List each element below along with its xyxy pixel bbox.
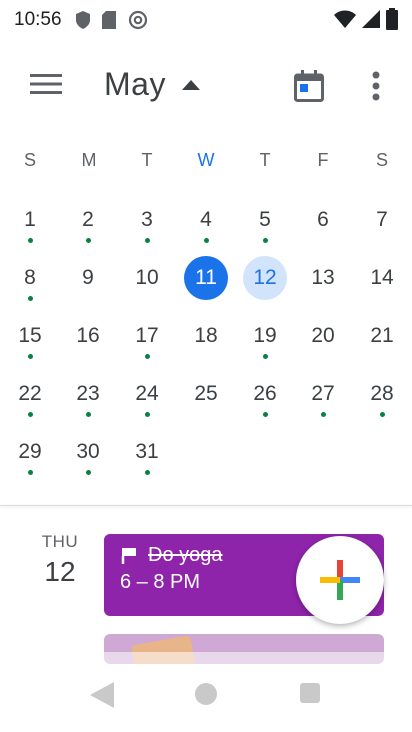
- shield-icon: [75, 11, 90, 29]
- calendar-day[interactable]: 24: [125, 372, 169, 416]
- event-indicator-dot: [27, 412, 33, 417]
- wifi-icon: [334, 10, 356, 28]
- calendar-day[interactable]: 19: [243, 314, 287, 358]
- more-vert-icon: [372, 71, 380, 101]
- calendar-day[interactable]: 29: [8, 430, 52, 474]
- app-bar: May: [0, 50, 412, 120]
- weekday-label: S: [375, 150, 388, 170]
- calendar-day[interactable]: 15: [8, 314, 52, 358]
- back-icon[interactable]: [90, 682, 114, 708]
- event-indicator-dot: [85, 470, 91, 475]
- calendar-day[interactable]: 28: [360, 372, 404, 416]
- weekday-label: T: [141, 150, 153, 170]
- home-icon[interactable]: [195, 683, 217, 705]
- calendar-day-highlighted[interactable]: 12: [243, 256, 287, 300]
- caret-up-icon: [181, 79, 200, 90]
- battery-icon: [386, 8, 398, 30]
- calendar-day[interactable]: 16: [66, 314, 110, 358]
- weekday-label: M: [81, 150, 97, 170]
- event-indicator-dot: [144, 470, 150, 475]
- calendar-day[interactable]: 30: [66, 430, 110, 474]
- agenda-day-of-week: THU: [41, 532, 79, 551]
- calendar-day[interactable]: 17: [125, 314, 169, 358]
- at-sign-icon: [128, 10, 147, 30]
- plus-icon: [320, 560, 360, 600]
- event-indicator-dot: [27, 296, 33, 301]
- recents-icon[interactable]: [300, 683, 320, 703]
- calendar-day[interactable]: 13: [301, 256, 345, 300]
- event-indicator-dot: [27, 470, 33, 475]
- today-button[interactable]: [290, 66, 328, 106]
- calendar-today-icon: [294, 70, 324, 102]
- calendar-day[interactable]: 20: [301, 314, 345, 358]
- weekday-header: S M T W T F S: [0, 150, 412, 176]
- status-bar: 10:56: [0, 0, 412, 40]
- calendar-day[interactable]: 9: [66, 256, 110, 300]
- event-indicator-dot: [144, 354, 150, 359]
- calendar-day[interactable]: 4: [184, 198, 228, 242]
- calendar-day[interactable]: 18: [184, 314, 228, 358]
- overflow-menu-button[interactable]: [360, 66, 392, 106]
- event-indicator-dot: [85, 238, 91, 243]
- calendar-day[interactable]: 1: [8, 198, 52, 242]
- calendar-day[interactable]: 25: [184, 372, 228, 416]
- calendar-day[interactable]: 3: [125, 198, 169, 242]
- event-indicator-dot: [262, 354, 268, 359]
- weekday-label: F: [317, 150, 329, 170]
- agenda-date-header[interactable]: THU 12: [30, 532, 90, 588]
- calendar-day[interactable]: 6: [301, 198, 345, 242]
- event-indicator-dot: [27, 354, 33, 359]
- calendar-day[interactable]: 22: [8, 372, 52, 416]
- weekday-label: T: [259, 150, 271, 170]
- month-picker[interactable]: May: [104, 66, 200, 103]
- event-indicator-dot: [144, 412, 150, 417]
- event-indicator-dot: [262, 238, 268, 243]
- event-indicator-dot: [262, 412, 268, 417]
- calendar-day[interactable]: 21: [360, 314, 404, 358]
- calendar-day[interactable]: 27: [301, 372, 345, 416]
- menu-button[interactable]: [22, 60, 70, 108]
- hamburger-icon: [30, 74, 62, 94]
- calendar-day[interactable]: 5: [243, 198, 287, 242]
- agenda-date: 12: [44, 556, 76, 587]
- calendar-day[interactable]: 26: [243, 372, 287, 416]
- event-title: Do yoga: [148, 544, 223, 566]
- month-label: May: [104, 66, 166, 102]
- weekday-label-today: W: [197, 150, 215, 170]
- status-system-icons: [334, 8, 398, 30]
- create-event-fab[interactable]: [296, 536, 384, 624]
- event-indicator-dot: [203, 238, 209, 243]
- system-navigation-bar: [0, 652, 412, 732]
- calendar-day[interactable]: 2: [66, 198, 110, 242]
- event-indicator-dot: [144, 238, 150, 243]
- event-indicator-dot: [379, 412, 385, 417]
- calendar-day[interactable]: 8: [8, 256, 52, 300]
- event-indicator-dot: [320, 412, 326, 417]
- event-indicator-dot: [27, 238, 33, 243]
- sd-card-icon: [101, 11, 116, 29]
- calendar-divider: [0, 505, 412, 506]
- status-notification-icons: [75, 10, 148, 30]
- event-indicator-dot: [85, 412, 91, 417]
- weekday-label: S: [23, 150, 36, 170]
- calendar-day[interactable]: 7: [360, 198, 404, 242]
- calendar-day[interactable]: 10: [125, 256, 169, 300]
- calendar-day[interactable]: 23: [66, 372, 110, 416]
- calendar-day[interactable]: 14: [360, 256, 404, 300]
- check-icon: [121, 547, 136, 564]
- status-time: 10:56: [14, 9, 62, 30]
- calendar-day[interactable]: 31: [125, 430, 169, 474]
- signal-icon: [362, 10, 380, 28]
- calendar-day-selected[interactable]: 11: [184, 256, 228, 300]
